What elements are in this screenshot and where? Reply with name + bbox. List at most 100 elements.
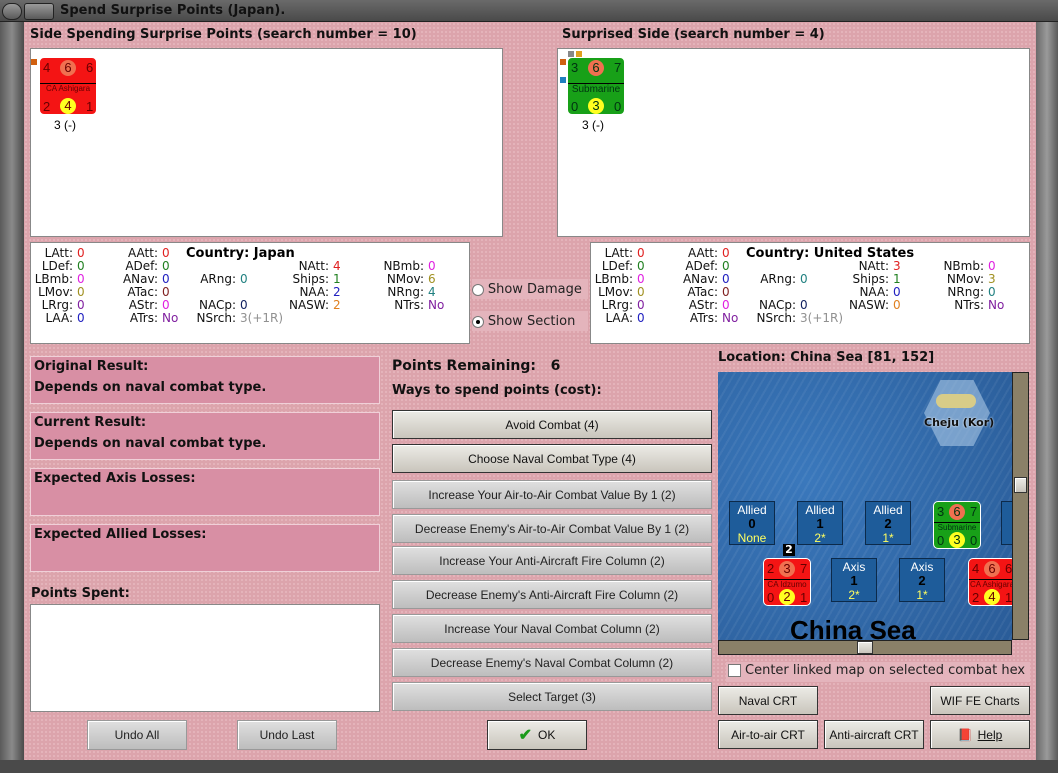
spend-option-button[interactable]: Avoid Combat (4) xyxy=(392,410,712,439)
allied-box-2[interactable]: Allied 2 1* xyxy=(865,501,911,545)
axis-box-1[interactable]: Axis 1 2* xyxy=(831,558,877,602)
surprised-side-header: Surprised Side (search number = 4) xyxy=(562,27,825,42)
points-remaining-label: Points Remaining: xyxy=(392,358,537,374)
counter-value-tc: 6 xyxy=(949,504,965,520)
counter-value-tc: 3 xyxy=(779,561,795,577)
undo-last-button[interactable]: Undo Last xyxy=(237,720,337,750)
counter-value-bc: 2 xyxy=(779,589,795,605)
stat-label: NASW: xyxy=(848,298,889,312)
show-section-label: Show Section xyxy=(487,314,576,329)
help-label: Help xyxy=(977,727,1003,742)
counter-value-bl: 2 xyxy=(972,590,980,605)
unit-name: CA Idzumo xyxy=(764,579,810,589)
stat-value: 0 xyxy=(637,311,645,325)
stat-label: ATrs: xyxy=(129,311,158,325)
checkmark-icon: ✔ xyxy=(518,727,533,744)
wif-fe-charts-button[interactable]: WIF FE Charts xyxy=(930,686,1030,715)
spend-option-button[interactable]: Decrease Enemy's Anti-Aircraft Fire Colu… xyxy=(392,580,712,609)
spend-option-button[interactable]: Decrease Enemy's Air-to-Air Combat Value… xyxy=(392,514,712,543)
map-horizontal-scrollbar[interactable] xyxy=(718,640,1012,655)
counter-value-bl: 0 xyxy=(937,533,945,548)
counter-value-bc: 4 xyxy=(984,589,1000,605)
air-to-air-crt-button[interactable]: Air-to-air CRT xyxy=(718,720,818,749)
window-title: Spend Surprise Points (Japan). xyxy=(60,3,286,18)
spend-option-button[interactable]: Select Target (3) xyxy=(392,682,712,711)
allied-losses-label: Expected Allied Losses: xyxy=(34,527,207,542)
counter-value-tr: 7 xyxy=(800,561,808,576)
left-frame xyxy=(0,22,24,760)
stat-label: NSrch: xyxy=(756,311,796,325)
counter-value-bl: 0 xyxy=(571,99,579,114)
ways-label: Ways to spend points (cost): xyxy=(392,383,602,398)
map-view[interactable]: Cheju (Kor) Allied 0 None Allied 1 2* Allied… xyxy=(718,372,1012,640)
stat-label: ARng: xyxy=(200,272,236,286)
original-result-label: Original Result: xyxy=(34,359,149,374)
unit-counter-ca-ashigara[interactable]: 4 6 2 1 6 4 CA Ashigara xyxy=(39,57,97,115)
ok-label: OK xyxy=(538,728,556,742)
counter-value-br: 0 xyxy=(970,533,978,548)
center-map-label: Center linked map on selected combat hex xyxy=(745,663,1026,678)
system-menu-button[interactable] xyxy=(2,3,22,20)
stat-label: NASW: xyxy=(288,298,329,312)
counter-value-br: 1 xyxy=(86,99,94,114)
spend-option-button[interactable]: Increase Your Naval Combat Column (2) xyxy=(392,614,712,643)
unit-name: Submarine xyxy=(568,83,624,95)
naval-crt-button[interactable]: Naval CRT xyxy=(718,686,818,715)
stat-value: No xyxy=(428,298,445,312)
horizontal-scroll-thumb[interactable] xyxy=(857,641,873,654)
hex-label: Cheju (Kor) xyxy=(924,416,995,429)
counter-value-br: 1 xyxy=(1005,590,1012,605)
axis-losses-label: Expected Axis Losses: xyxy=(34,471,196,486)
counter-value-tc: 6 xyxy=(60,60,76,76)
sea-area-label: China Sea xyxy=(790,615,916,640)
current-result-label: Current Result: xyxy=(34,415,147,430)
stat-value: 2 xyxy=(333,298,341,312)
unit-caption: 3 (-) xyxy=(54,118,76,132)
unit-counter-submarine[interactable]: 3 7 0 0 6 3 Submarine xyxy=(933,501,981,549)
show-section-radio[interactable]: Show Section xyxy=(472,311,588,331)
unit-caption: 3 (-) xyxy=(582,118,604,132)
vertical-scroll-thumb[interactable] xyxy=(1014,477,1027,493)
current-result-panel: Current Result: Depends on naval combat t… xyxy=(30,412,380,460)
counter-value-tl: 2 xyxy=(767,561,775,576)
spend-option-button[interactable]: Increase Your Anti-Aircraft Fire Column … xyxy=(392,546,712,575)
counter-value-bl: 2 xyxy=(43,99,51,114)
allied-box-3[interactable] xyxy=(1001,501,1012,545)
checkbox-box[interactable] xyxy=(728,664,741,677)
allied-box-1[interactable]: Allied 1 2* xyxy=(797,501,843,545)
country-label: Country: Japan xyxy=(186,246,295,261)
unit-counter-ca-idzumo[interactable]: 2 7 0 1 3 2 CA Idzumo xyxy=(763,558,811,606)
counter-value-bl: 0 xyxy=(767,590,775,605)
map-vertical-scrollbar[interactable] xyxy=(1012,372,1029,640)
spend-option-button[interactable]: Decrease Enemy's Naval Combat Column (2) xyxy=(392,648,712,677)
unit-counter-submarine[interactable]: 3 7 0 0 6 3 Submarine xyxy=(567,57,625,115)
anti-aircraft-crt-button[interactable]: Anti-aircraft CRT xyxy=(824,720,924,749)
japan-stats-panel: Country: Japan LAtt: 0 LDef: 0 LBmb: 0 LMov: 0 LR… xyxy=(30,242,470,344)
location-label: Location: China Sea [81, 152] xyxy=(718,350,935,365)
unit-counter-ca-ashigara[interactable]: 4 6 2 1 6 4 CA Ashigara xyxy=(968,558,1012,606)
show-damage-radio[interactable]: Show Damage xyxy=(472,279,588,299)
points-remaining: Points Remaining: 6 xyxy=(392,358,560,374)
stack-count: 2 xyxy=(783,544,795,556)
points-remaining-value: 6 xyxy=(550,358,561,374)
stat-value: 0 xyxy=(800,272,808,286)
spend-option-button[interactable]: Choose Naval Combat Type (4) xyxy=(392,444,712,473)
spend-option-button[interactable]: Increase Your Air-to-Air Combat Value By… xyxy=(392,480,712,509)
collapse-button[interactable] xyxy=(24,3,54,20)
ok-button[interactable]: ✔ OK xyxy=(487,720,587,750)
stat-label: LAA: xyxy=(45,311,73,325)
help-button[interactable]: 📕 Help xyxy=(930,720,1030,749)
right-frame xyxy=(1036,22,1058,760)
surprised-side-units: 3 7 0 0 6 3 Submarine 3 (-) xyxy=(557,48,1030,237)
spending-side-header: Side Spending Surprise Points (search nu… xyxy=(30,27,417,42)
counter-value-tr: 6 xyxy=(86,60,94,75)
points-spent-label: Points Spent: xyxy=(31,586,130,601)
undo-all-button[interactable]: Undo All xyxy=(87,720,187,750)
points-spent-list[interactable] xyxy=(30,604,380,712)
allied-box-0[interactable]: Allied 0 None xyxy=(729,501,775,545)
axis-box-2[interactable]: Axis 2 1* xyxy=(899,558,945,602)
stat-label: NSrch: xyxy=(196,311,236,325)
stat-value: 0 xyxy=(77,311,85,325)
center-map-checkbox[interactable]: Center linked map on selected combat hex xyxy=(726,662,1030,682)
counter-value-br: 1 xyxy=(800,590,808,605)
